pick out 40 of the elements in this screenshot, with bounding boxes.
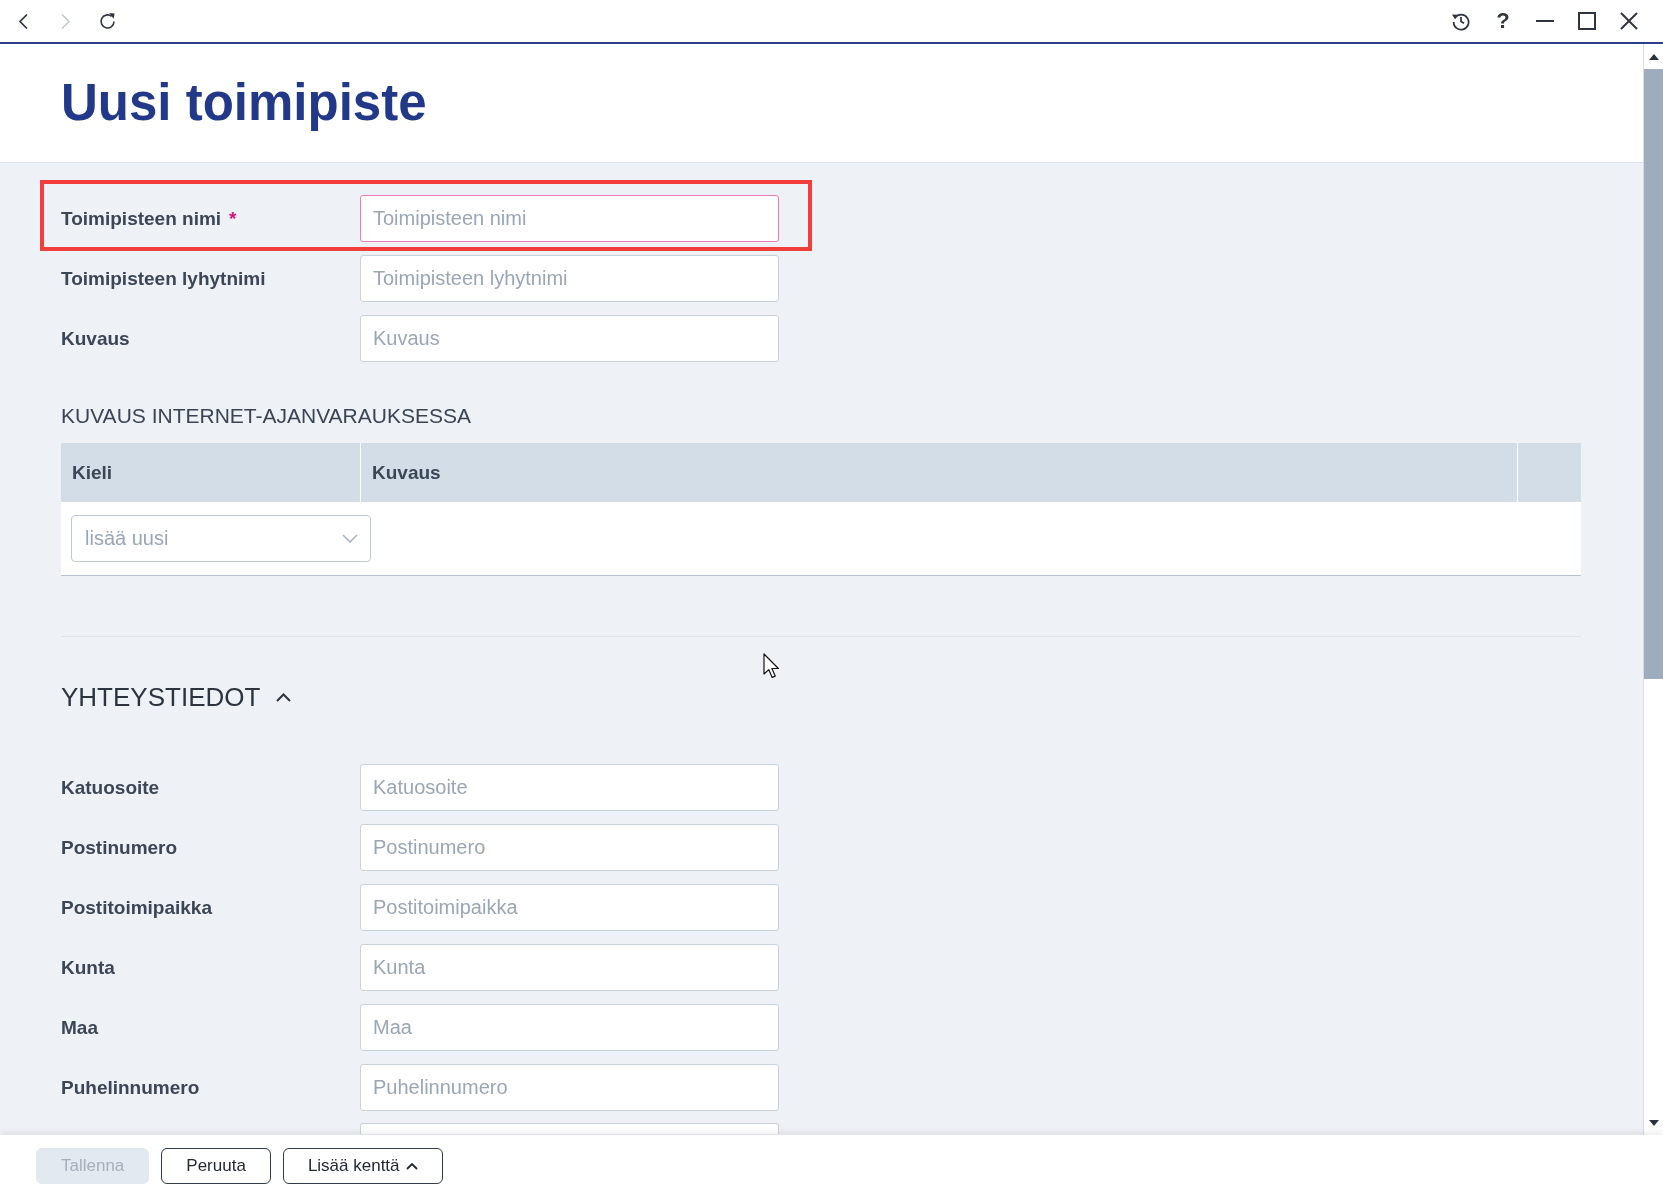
text-input[interactable]: Toimipisteen nimi <box>360 195 779 242</box>
field-label: Maa <box>61 1016 98 1039</box>
column-header: Kieli <box>61 443 360 502</box>
section-heading: KUVAUS INTERNET-AJANVARAUKSESSA <box>61 403 472 429</box>
text-input[interactable]: Maa <box>360 1004 779 1051</box>
page-title: Uusi toimipiste <box>61 73 427 133</box>
scroll-down-arrow-icon[interactable] <box>1648 1120 1659 1126</box>
footer-button[interactable]: Lisää kenttä <box>282 1148 443 1184</box>
scrollbar[interactable] <box>1643 44 1663 1135</box>
footer-button[interactable]: Peruuta <box>161 1148 271 1184</box>
maximize-icon[interactable] <box>1578 12 1596 30</box>
mouse-pointer-icon <box>763 653 780 679</box>
field-label: Postinumero <box>61 836 178 859</box>
history-icon[interactable] <box>1451 11 1471 31</box>
field-label: Toimipisteen lyhytnimi <box>61 267 266 290</box>
text-input[interactable]: Kunta <box>360 944 779 991</box>
refresh-icon[interactable] <box>97 11 117 31</box>
scrollbar-thumb[interactable] <box>1644 69 1663 679</box>
text-input[interactable]: Toimipisteen lyhytnimi <box>360 255 779 302</box>
chevron-up-icon <box>276 692 292 702</box>
column-header: Kuvaus <box>361 443 1517 502</box>
close-icon[interactable] <box>1620 12 1638 30</box>
field-label: Toimipisteen nimi <box>61 207 222 230</box>
field-label: Postitoimipaikka <box>61 896 212 919</box>
text-input[interactable]: Katuosoite <box>360 764 779 811</box>
field-label: Puhelinnumero <box>61 1076 200 1099</box>
input-field[interactable] <box>360 1123 779 1134</box>
scroll-up-arrow-icon[interactable] <box>1648 53 1659 60</box>
field-label: Katuosoite <box>61 776 160 799</box>
text-input[interactable]: Puhelinnumero <box>360 1064 779 1111</box>
field-label: Kunta <box>61 956 115 979</box>
back-icon[interactable] <box>17 12 29 30</box>
field-label: Kuvaus <box>61 327 130 350</box>
required-asterisk: * <box>229 207 237 230</box>
text-input[interactable]: Postitoimipaikka <box>360 884 779 931</box>
text-input[interactable]: Postinumero <box>360 824 779 871</box>
text-input[interactable]: Kuvaus <box>360 315 779 362</box>
section-toggle[interactable]: YHTEYSTIEDOT <box>61 681 292 713</box>
help-button[interactable]: ? <box>1482 1 1524 41</box>
chevron-down-icon <box>342 534 358 543</box>
